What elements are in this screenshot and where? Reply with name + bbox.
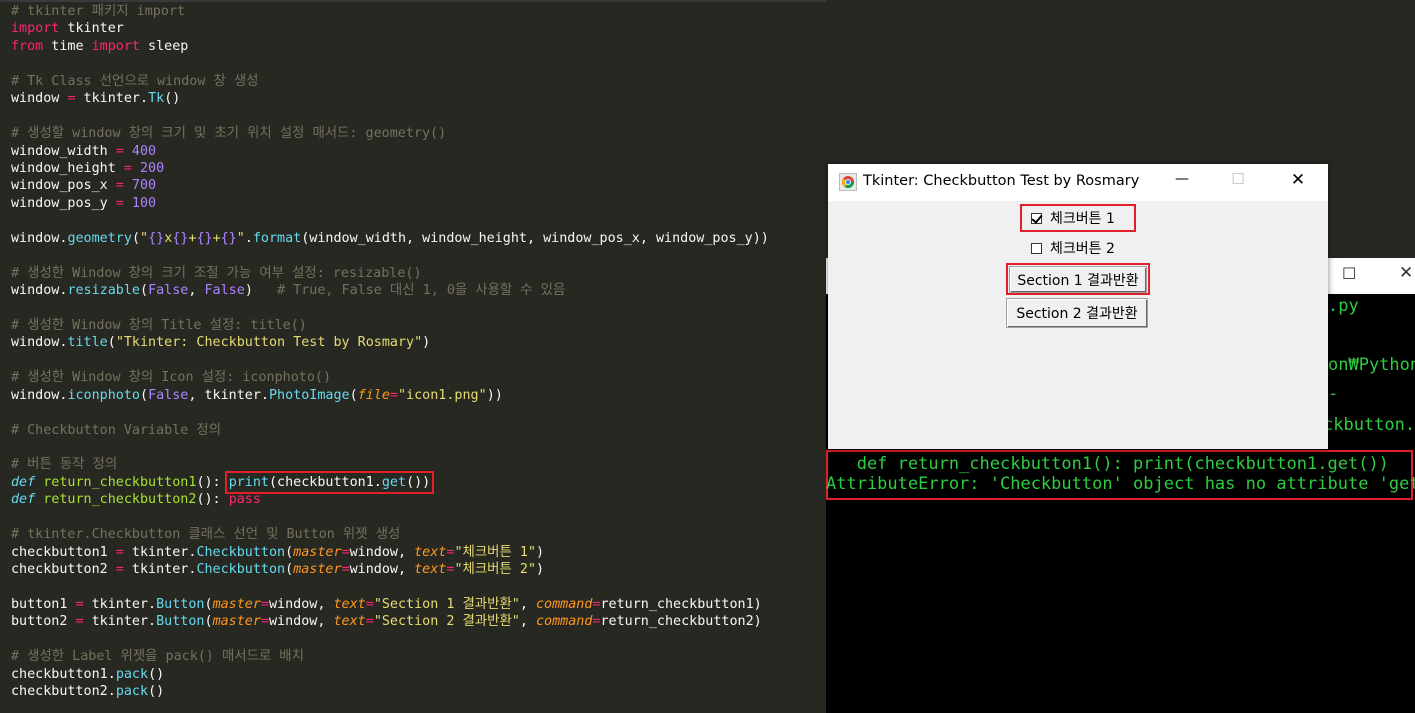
code-editor[interactable]: # tkinter 패키지 import import tkinter from t…	[0, 0, 826, 713]
code-text[interactable]: # tkinter 패키지 import import tkinter from t…	[11, 3, 769, 701]
section-1-button[interactable]: Section 1 결과반환	[1009, 266, 1147, 293]
code-line: import tkinter	[11, 21, 124, 37]
code-line: def return_checkbutton2(): pass	[11, 492, 261, 508]
code-line: # 생성한 Window 창의 Title 설정: title()	[11, 317, 307, 333]
section-2-button[interactable]: Section 2 결과반환	[1006, 298, 1148, 328]
code-line: # Tk Class 선언으로 window 창 생성	[11, 73, 259, 89]
tk-close-button[interactable]: ✕	[1288, 170, 1308, 190]
code-line: checkbutton2 = tkinter.Checkbutton(maste…	[11, 562, 545, 577]
code-line: checkbutton1.pack()	[11, 666, 165, 682]
terminal-close-button[interactable]: ✕	[1399, 263, 1413, 283]
code-line: # 생성할 window 창의 크기 및 초기 위치 설정 매서드: geome…	[11, 126, 447, 142]
code-line: def return_checkbutton1(): print(checkbu…	[11, 470, 435, 494]
code-line: checkbutton2.pack()	[11, 684, 165, 700]
code-line: # tkinter 패키지 import	[11, 4, 186, 19]
code-line: # Checkbutton Variable 정의	[11, 422, 222, 438]
code-line: button2 = tkinter.Button(master=window, …	[11, 614, 762, 630]
code-line: window.iconphoto(False, tkinter.PhotoIma…	[11, 387, 503, 403]
checkbutton-2[interactable]: 체크버튼 2	[1031, 237, 1115, 259]
checkbox-unchecked-icon[interactable]	[1031, 242, 1042, 254]
checkbutton-1[interactable]: 체크버튼 1	[1031, 207, 1115, 229]
code-line: # 생성한 Window 창의 크기 조절 가능 여부 설정: resizabl…	[11, 265, 422, 281]
tkinter-window[interactable]: Tkinter: Checkbutton Test by Rosmary — ☐…	[828, 164, 1328, 449]
editor-top-border	[0, 0, 826, 2]
code-line: window.title("Tkinter: Checkbutton Test …	[11, 335, 431, 351]
code-line: from time import sleep	[11, 38, 189, 54]
tk-minimize-button[interactable]: —	[1172, 171, 1192, 187]
code-line: window_pos_x = 700	[11, 178, 157, 194]
code-line: window_pos_y = 100	[11, 195, 157, 211]
checkbutton-2-label: 체크버튼 2	[1050, 241, 1115, 257]
terminal-maximize-button[interactable]: ☐	[1342, 264, 1356, 283]
terminal-output-fragment: .py	[1328, 296, 1359, 316]
code-line: # 생성한 Window 창의 Icon 설정: iconphoto()	[11, 370, 332, 386]
code-line: # 버튼 동작 정의	[11, 457, 118, 473]
code-line: window.geometry("{}x{}+{}+{}".format(win…	[11, 230, 769, 246]
terminal-output-fragment: ckbutton.	[1323, 415, 1415, 435]
error-message-line: AttributeError: 'Checkbutton' object has…	[826, 474, 1415, 494]
app-icon	[839, 173, 857, 191]
code-line: window_width = 400	[11, 143, 157, 159]
code-line: window_height = 200	[11, 160, 165, 176]
tk-window-title: Tkinter: Checkbutton Test by Rosmary	[863, 173, 1140, 189]
error-traceback-line: def return_checkbutton1(): print(checkbu…	[826, 454, 1389, 474]
checkbutton-1-label: 체크버튼 1	[1050, 211, 1115, 227]
code-line: checkbutton1 = tkinter.Checkbutton(maste…	[11, 544, 545, 560]
code-line: button1 = tkinter.Button(master=window, …	[11, 596, 762, 612]
code-line: # tkinter.Checkbutton 클래스 선언 및 Button 위젯…	[11, 527, 401, 543]
tk-title-bar[interactable]: Tkinter: Checkbutton Test by Rosmary — ☐…	[828, 164, 1328, 201]
terminal-output-fragment: -	[1328, 384, 1339, 404]
checkbox-checked-icon[interactable]	[1031, 212, 1042, 224]
highlighted-print-call: print(checkbutton1.get())	[224, 470, 435, 494]
code-line: window = tkinter.Tk()	[11, 91, 181, 107]
tk-maximize-button[interactable]: ☐	[1228, 170, 1248, 188]
code-line: window.resizable(False, False) # True, F…	[11, 283, 566, 298]
code-line: # 생성한 Label 위젯을 pack() 매서드로 배치	[11, 649, 304, 665]
terminal-output-fragment: on₩Python	[1328, 355, 1415, 375]
